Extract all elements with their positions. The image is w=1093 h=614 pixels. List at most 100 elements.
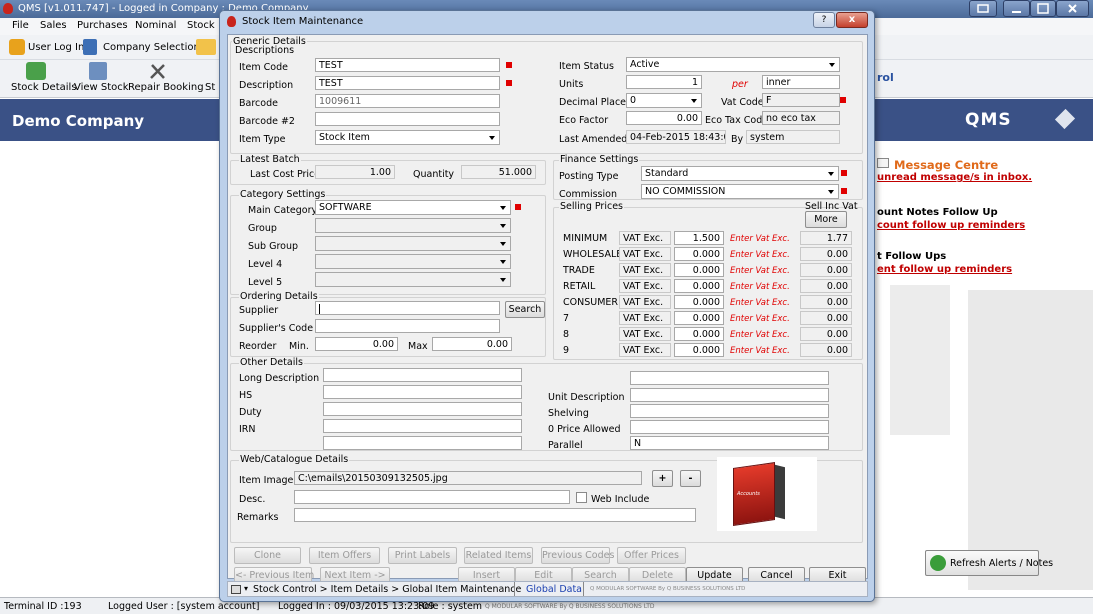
price-input[interactable]: 0.000 [674, 279, 724, 293]
help-button[interactable]: ? [813, 12, 835, 28]
supplier-search-button[interactable]: Search [505, 301, 545, 318]
main-category-select[interactable]: SOFTWARE [315, 200, 511, 215]
decimal-places-select[interactable]: 0 [626, 93, 702, 108]
other-top-input[interactable] [630, 371, 829, 385]
credit-reminders-link[interactable]: count follow up reminders [877, 220, 1025, 231]
price-input[interactable]: 0.000 [674, 311, 724, 325]
barcode2-input[interactable] [315, 112, 500, 126]
print-labels-button[interactable]: Print Labels [388, 547, 457, 564]
price-vat-mode: VAT Exc. [619, 327, 671, 341]
repair-tools-icon [148, 62, 168, 80]
posting-type-label: Posting Type [559, 171, 619, 182]
item-status-select[interactable]: Active [626, 57, 840, 72]
zero-price-allowed-label: 0 Price Allowed [548, 424, 621, 435]
menu-purchases[interactable]: Purchases [77, 20, 128, 31]
menu-file[interactable]: File [12, 20, 29, 31]
remarks-input[interactable] [294, 508, 696, 522]
supplier-input[interactable] [315, 301, 500, 315]
price-input[interactable]: 0.000 [674, 327, 724, 341]
price-inc-vat-value: 0.00 [800, 247, 852, 261]
price-input[interactable]: 0.000 [674, 263, 724, 277]
logged-in-time: Logged In : 09/03/2015 13:23:09 [278, 601, 435, 612]
view-stock-button[interactable]: View Stock [74, 82, 129, 93]
reorder-min-input[interactable]: 0.00 [315, 337, 398, 351]
suppliers-code-input[interactable] [315, 319, 500, 333]
posting-type-select[interactable]: Standard [641, 166, 839, 181]
parallel-input[interactable]: N [630, 436, 829, 450]
remove-image-button[interactable]: - [680, 470, 701, 487]
required-marker [841, 188, 847, 194]
enter-vat-hint: Enter Vat Exc. [730, 346, 790, 356]
company-selection-button[interactable]: Company Selection [103, 42, 200, 53]
global-data-label: Global Data [526, 584, 583, 595]
reorder-max-input[interactable]: 0.00 [432, 337, 512, 351]
close-icon[interactable] [1056, 0, 1089, 17]
add-image-button[interactable]: + [652, 470, 673, 487]
hs-input[interactable] [323, 385, 522, 399]
dialog-body: Generic Details Descriptions Item Code T… [227, 34, 868, 584]
units-label: Units [559, 79, 584, 90]
price-input[interactable]: 0.000 [674, 343, 724, 357]
commission-select[interactable]: NO COMMISSION [641, 184, 839, 199]
shelving-input[interactable] [630, 404, 829, 418]
sub-group-label: Sub Group [248, 241, 299, 252]
long-description-input[interactable] [323, 368, 522, 382]
level4-select[interactable] [315, 254, 511, 269]
supplier-label: Supplier [239, 305, 279, 316]
repair-booking-button[interactable]: Repair Booking [128, 82, 204, 93]
dialog-close-button[interactable]: x [836, 12, 868, 28]
per-unit-input[interactable]: inner [762, 75, 840, 89]
price-input[interactable]: 0.000 [674, 247, 724, 261]
price-input[interactable]: 0.000 [674, 295, 724, 309]
previous-codes-button[interactable]: Previous Codes [541, 547, 614, 564]
more-button[interactable]: More [805, 211, 847, 228]
reorder-label: Reorder [239, 341, 277, 352]
item-type-select[interactable]: Stock Item [315, 130, 500, 145]
item-image-path[interactable]: C:\emails\20150309132505.jpg [294, 471, 642, 485]
description-input[interactable]: TEST [315, 76, 500, 90]
web-include-checkbox[interactable] [576, 492, 587, 503]
unit-description-input[interactable] [630, 388, 829, 402]
dropdown-arrow-icon[interactable]: ▾ [244, 584, 248, 593]
duty-input[interactable] [323, 402, 522, 416]
credit-notes-heading: ount Notes Follow Up [877, 207, 998, 218]
price-vat-mode: VAT Exc. [619, 231, 671, 245]
barcode-label: Barcode [239, 98, 278, 109]
offer-prices-button[interactable]: Offer Prices [617, 547, 686, 564]
barcode-input[interactable]: 1009611 [315, 94, 500, 108]
vat-code-input[interactable]: F [762, 93, 840, 107]
level5-select[interactable] [315, 272, 511, 287]
duty-label: Duty [239, 407, 262, 418]
zero-price-allowed-input[interactable] [630, 420, 829, 434]
description-label: Description [239, 80, 294, 91]
unread-messages-link[interactable]: unread message/s in inbox. [877, 172, 1032, 183]
item-offers-button[interactable]: Item Offers [309, 547, 380, 564]
toolbar-partial-button[interactable]: St [205, 82, 215, 93]
restore-icon[interactable] [969, 0, 997, 17]
irn-input[interactable] [323, 419, 522, 433]
sub-group-select[interactable] [315, 236, 511, 251]
eco-factor-input[interactable]: 0.00 [626, 111, 702, 125]
related-items-button[interactable]: Related Items [464, 547, 533, 564]
clone-button[interactable]: Clone [234, 547, 301, 564]
eco-tax-code-input[interactable]: no eco tax [762, 111, 840, 125]
minimize-icon[interactable] [1003, 0, 1030, 17]
user-login-button[interactable]: User Log In [28, 42, 84, 53]
extra-input[interactable] [323, 436, 522, 450]
menu-stock[interactable]: Stock [187, 20, 215, 31]
hs-label: HS [239, 390, 253, 401]
units-input[interactable]: 1 [626, 75, 702, 89]
last-amended-value: 04-Feb-2015 18:43:08 [626, 130, 726, 144]
follow-reminders-link[interactable]: ent follow up reminders [877, 264, 1012, 275]
printer-icon[interactable] [231, 585, 241, 594]
item-code-input[interactable]: TEST [315, 58, 500, 72]
maximize-icon[interactable] [1030, 0, 1056, 17]
stock-details-button[interactable]: Stock Details [11, 82, 77, 93]
group-select[interactable] [315, 218, 511, 233]
menu-nominal[interactable]: Nominal [135, 20, 176, 31]
dialog-vendor-text: Q MODULAR SOFTWARE By Q BUSINESS SOLUTIO… [590, 586, 746, 592]
refresh-alerts-button[interactable]: Refresh Alerts / Notes [925, 550, 1053, 576]
web-desc-input[interactable] [294, 490, 570, 504]
menu-sales[interactable]: Sales [40, 20, 67, 31]
price-input[interactable]: 1.500 [674, 231, 724, 245]
